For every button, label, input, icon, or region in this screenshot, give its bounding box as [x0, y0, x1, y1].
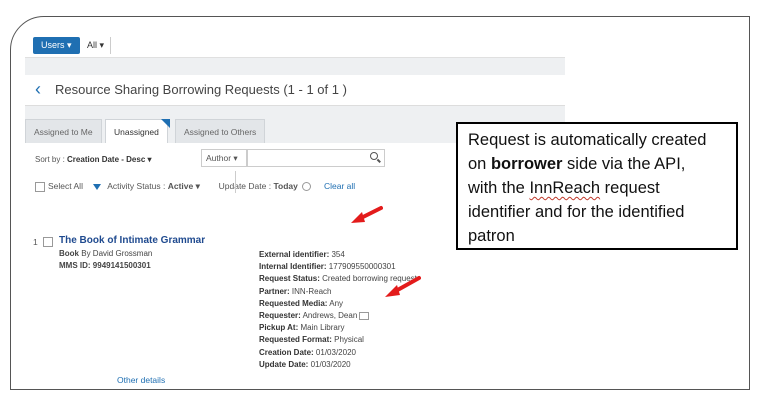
- field-label: Partner:: [259, 286, 290, 296]
- filter-divider: [235, 171, 236, 193]
- detail-external-identifier: External identifier: 354: [259, 249, 417, 261]
- record-author-line: Book By David Grossman: [59, 249, 152, 258]
- page-title: Resource Sharing Borrowing Requests (1 -…: [55, 82, 347, 97]
- callout-underlined-text: InnReach: [529, 179, 601, 197]
- search-input[interactable]: [247, 149, 385, 167]
- search-icon[interactable]: [370, 152, 378, 160]
- field-label: Creation Date:: [259, 347, 314, 357]
- sort-prefix: Sort by :: [35, 155, 65, 164]
- detail-internal-identifier: Internal Identifier: 177909550000301: [259, 261, 417, 273]
- requester-link[interactable]: Andrews, Dean: [303, 311, 358, 320]
- tab-unassigned[interactable]: Unassigned: [105, 119, 168, 144]
- detail-requester: Requester: Andrews, Dean: [259, 310, 417, 322]
- red-arrow-icon: [351, 206, 383, 223]
- clear-all-link[interactable]: Clear all: [324, 181, 355, 191]
- filter-funnel-icon[interactable]: [93, 183, 102, 190]
- search-field-dropdown[interactable]: Author ▾: [201, 149, 247, 167]
- select-all-label: Select All: [48, 181, 83, 191]
- detail-requested-format: Requested Format: Physical: [259, 334, 417, 346]
- field-label: Update Date:: [259, 359, 309, 369]
- record-details: External identifier: 354 Internal Identi…: [259, 249, 417, 371]
- detail-creation-date: Creation Date: 01/03/2020: [259, 347, 417, 359]
- patron-card-icon[interactable]: [359, 311, 370, 320]
- update-date-value: Today: [273, 181, 298, 191]
- select-all-checkbox[interactable]: [35, 181, 45, 192]
- callout-text: request: [600, 179, 660, 197]
- callout-line: patron: [468, 227, 515, 245]
- update-date-label: Update Date :: [218, 181, 272, 191]
- field-value: INN-Reach: [291, 286, 332, 296]
- mms-id-value: 9949141500301: [92, 261, 151, 270]
- explanation-callout: Request is automatically created on borr…: [456, 122, 738, 250]
- record-checkbox[interactable]: [43, 237, 53, 247]
- record-type: Book: [59, 249, 79, 258]
- field-value: 01/03/2020: [310, 359, 351, 369]
- field-label: Pickup At:: [259, 323, 299, 333]
- field-label: Request Status:: [259, 274, 320, 284]
- field-label: External identifier:: [259, 250, 330, 259]
- mms-id-label: MMS ID:: [59, 261, 91, 270]
- field-label: Requested Media:: [259, 298, 328, 308]
- all-dropdown[interactable]: All ▾: [81, 37, 112, 54]
- field-value: Physical: [334, 335, 364, 345]
- page-header: ‹ Resource Sharing Borrowing Requests (1…: [25, 75, 565, 106]
- field-label: Requester:: [259, 310, 301, 320]
- field-value: 354: [331, 250, 345, 259]
- field-label: Requested Format:: [259, 335, 332, 345]
- record-author: By David Grossman: [81, 249, 153, 258]
- field-value: Any: [329, 298, 344, 308]
- field-value: 177909550000301: [328, 262, 396, 272]
- request-record: 1 The Book of Intimate Grammar Book By D…: [33, 235, 553, 389]
- activity-status-value[interactable]: Active ▾: [168, 181, 200, 191]
- back-arrow-icon[interactable]: ‹: [35, 79, 41, 99]
- record-mms-line: MMS ID: 9949141500301: [59, 261, 151, 270]
- field-label: Internal Identifier:: [259, 262, 327, 272]
- callout-text: side via the API,: [562, 155, 686, 173]
- detail-update-date: Update Date: 01/03/2020: [259, 359, 417, 371]
- callout-line: identifier and for the identified: [468, 203, 685, 221]
- field-value: 01/03/2020: [315, 347, 356, 357]
- tab-assigned-to-others[interactable]: Assigned to Others: [175, 119, 266, 144]
- callout-bold-text: borrower: [490, 155, 563, 173]
- sort-control[interactable]: Sort by : Creation Date - Desc ▾: [35, 155, 152, 164]
- activity-status-label: Activity Status :: [107, 181, 166, 191]
- tab-corner-marker-icon: [161, 119, 170, 128]
- callout-line: on borrower side via the API,: [468, 152, 736, 176]
- other-details-link[interactable]: Other details: [117, 375, 165, 385]
- red-arrow-icon: [385, 276, 421, 297]
- field-value: Main Library: [300, 323, 345, 333]
- callout-line: Request is automatically created: [468, 131, 707, 149]
- top-bar: Users ▾ All ▾: [25, 31, 565, 58]
- callout-text: with the: [468, 179, 530, 197]
- detail-pickup-at: Pickup At: Main Library: [259, 322, 417, 334]
- users-dropdown-button[interactable]: Users ▾: [33, 37, 80, 54]
- filter-row: Select All Activity Status : Active ▾ Up…: [35, 181, 355, 192]
- record-number: 1: [33, 237, 38, 247]
- record-title-link[interactable]: The Book of Intimate Grammar: [59, 235, 205, 246]
- sort-value[interactable]: Creation Date - Desc ▾: [67, 155, 151, 164]
- callout-text: on: [468, 155, 491, 173]
- callout-line: with the InnReach request: [468, 176, 736, 200]
- remove-filter-icon[interactable]: [302, 182, 312, 192]
- tab-assigned-to-me[interactable]: Assigned to Me: [25, 119, 102, 144]
